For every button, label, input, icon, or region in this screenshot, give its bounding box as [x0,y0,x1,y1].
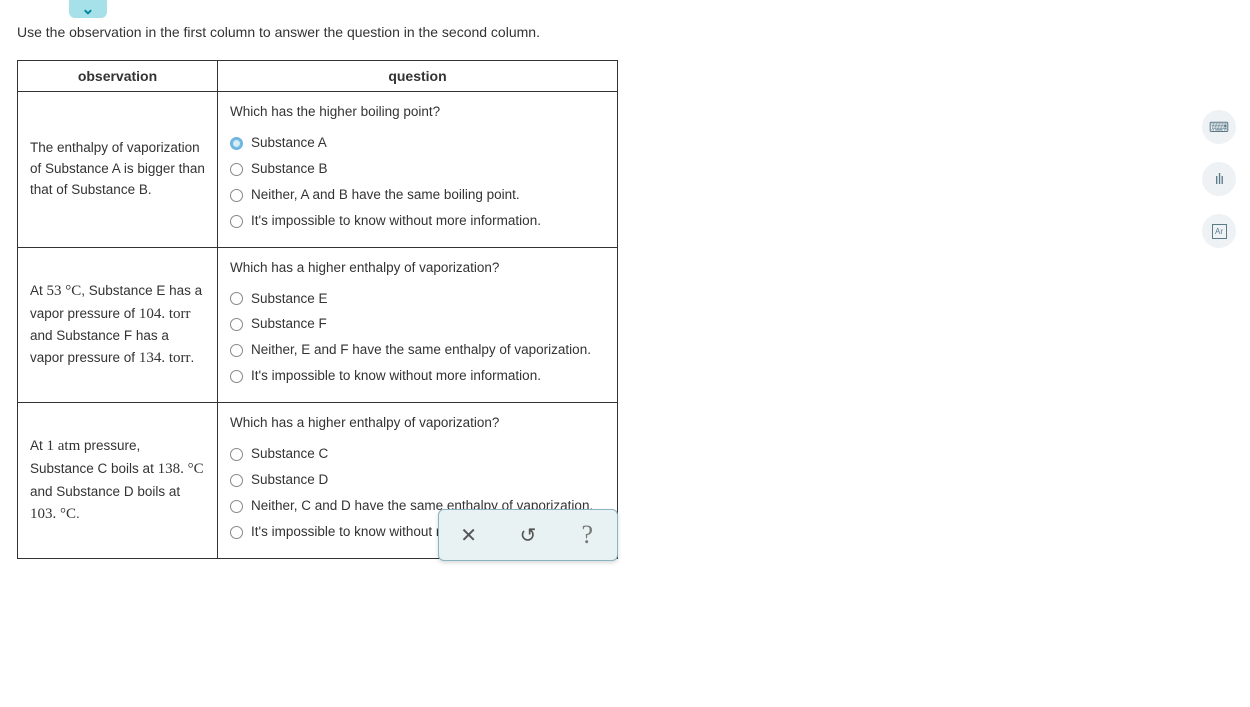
obs-value: 53 °C [47,283,82,299]
radio-button[interactable] [230,163,243,176]
undo-icon: ↺ [520,523,537,548]
x-icon: ✕ [460,523,477,548]
obs-text: and Substance D boils at [30,484,180,499]
radio-button[interactable] [230,448,243,461]
option-label: Substance A [251,133,327,154]
radio-button[interactable] [230,370,243,383]
obs-value: 104. torr [139,306,191,322]
header-question: question [218,61,618,92]
question-prompt: Which has a higher enthalpy of vaporizat… [230,413,605,434]
observation-cell: At 1 atm pressure, Substance C boils at … [18,403,218,559]
observation-cell: At 53 °C, Substance E has a vapor pressu… [18,247,218,403]
instruction-text: Use the observation in the first column … [17,24,540,40]
option-label: Substance F [251,314,327,335]
radio-button[interactable] [230,500,243,513]
action-bar: ✕ ↺ ? [438,509,618,561]
bars-icon: ılı [1215,171,1224,188]
periodic-table-button[interactable]: Ar [1202,214,1236,248]
undo-button[interactable]: ↺ [516,523,540,547]
calculator-icon: ⌨ [1209,119,1229,136]
option-label: Neither, E and F have the same enthalpy … [251,340,591,361]
obs-value: 138. °C [158,461,204,477]
header-observation: observation [18,61,218,92]
table-row: At 53 °C, Substance E has a vapor pressu… [18,247,618,403]
radio-button[interactable] [230,318,243,331]
obs-value: 1 atm [47,438,81,454]
observation-cell: The enthalpy of vaporization of Substanc… [18,92,218,248]
radio-button[interactable] [230,215,243,228]
radio-button[interactable] [230,189,243,202]
option-label: Neither, A and B have the same boiling p… [251,185,520,206]
clear-button[interactable]: ✕ [457,523,481,547]
option-label: It's impossible to know without more inf… [251,366,541,387]
radio-button[interactable] [230,526,243,539]
question-prompt: Which has a higher enthalpy of vaporizat… [230,258,605,279]
question-cell: Which has a higher enthalpy of vaporizat… [218,247,618,403]
obs-text: At [30,283,47,298]
calculator-button[interactable]: ⌨ [1202,110,1236,144]
help-button[interactable]: ? [575,523,599,547]
chart-button[interactable]: ılı [1202,162,1236,196]
chevron-down-icon: ⌄ [81,0,94,19]
obs-text: . [190,350,194,365]
option-label: Substance B [251,159,328,180]
option-label: It's impossible to know without more inf… [251,211,541,232]
obs-value: 134. torr [139,350,191,366]
question-cell: Which has the higher boiling point? Subs… [218,92,618,248]
radio-button[interactable] [230,474,243,487]
expand-toggle[interactable]: ⌄ [69,0,107,18]
option-label: Substance C [251,444,328,465]
radio-button[interactable] [230,344,243,357]
question-table: observation question The enthalpy of vap… [17,60,618,559]
question-prompt: Which has the higher boiling point? [230,102,605,123]
obs-text: . [76,506,80,521]
table-row: The enthalpy of vaporization of Substanc… [18,92,618,248]
periodic-icon: Ar [1212,224,1227,239]
option-label: Substance D [251,470,328,491]
option-label: Substance E [251,289,328,310]
side-toolbar: ⌨ ılı Ar [1202,110,1236,248]
obs-value: 103. °C [30,506,76,522]
obs-text: At [30,438,47,453]
question-icon: ? [582,520,594,550]
radio-button[interactable] [230,137,243,150]
radio-button[interactable] [230,292,243,305]
